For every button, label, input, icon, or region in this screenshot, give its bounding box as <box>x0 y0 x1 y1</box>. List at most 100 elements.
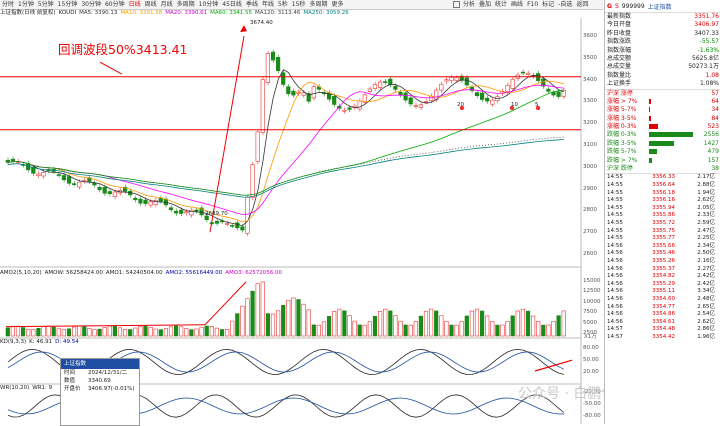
axis-tick-label: 3200 <box>583 120 597 127</box>
candle-body <box>97 187 102 191</box>
volume-unit: X1万 <box>584 334 597 340</box>
volume-bar <box>490 321 495 337</box>
tick-row: 14:56 3355.11 3.34亿 <box>607 288 715 295</box>
volume-spike-arrow <box>204 281 247 326</box>
candle-body <box>301 92 306 96</box>
volume-bar <box>26 328 31 337</box>
period-tab[interactable]: 多周期 <box>175 0 197 9</box>
period-tab[interactable]: 分时 <box>0 0 16 9</box>
volume-bar <box>495 324 500 337</box>
volume-panel <box>5 281 566 337</box>
breadth-row: 涨幅 5-7% 34 <box>607 106 719 114</box>
tool-tab[interactable]: F10 <box>525 0 540 9</box>
period-tab[interactable]: 年线 <box>260 0 276 9</box>
tool-tab[interactable]: 统计 <box>493 0 509 9</box>
breadth-bar <box>649 140 674 146</box>
tick-list[interactable]: 14:55 3356.33 2.17亿 14:55 3356.64 2.88亿 14:55 3… <box>605 173 720 341</box>
amo1-value: AMO1: 54240504.00 <box>105 270 163 276</box>
axis-tick-label: 10000 <box>583 298 601 305</box>
axis-tick-label: 2800 <box>583 207 597 214</box>
breadth-row: 沪深 涨停 57 <box>607 89 719 97</box>
period-tab[interactable]: 周线 <box>143 0 159 9</box>
volume-bar <box>153 328 158 337</box>
candle-body <box>10 158 16 162</box>
period-tab[interactable]: 5秒 <box>276 0 290 9</box>
tick-row: 14:55 3356.33 2.17亿 <box>607 174 715 181</box>
period-tab[interactable]: 45日线 <box>220 0 244 9</box>
quote-row: 指数涨幅 -1.63% <box>607 46 719 54</box>
volume-bar <box>275 310 281 337</box>
period-tab[interactable]: 1分钟 <box>16 0 36 9</box>
volume-bar <box>418 315 424 337</box>
period-tab[interactable]: 日线 <box>127 0 143 9</box>
volume-bar <box>311 324 316 337</box>
candle-body <box>138 198 143 204</box>
volume-bar <box>372 315 378 337</box>
tool-tab[interactable]: 分析 <box>461 0 477 9</box>
candle-body <box>403 92 408 101</box>
candle-body <box>61 175 66 181</box>
volume-axis: 15000 12500 10000 7500 5000 2500 <box>581 269 603 339</box>
axis-tick-label: 15000 <box>583 278 601 284</box>
period-tab[interactable]: 15秒 <box>290 0 308 9</box>
volume-bar <box>77 325 82 337</box>
candle-body <box>439 83 444 91</box>
axis-tick-label: 3300 <box>583 98 597 105</box>
main-info-bar: 上证指数(日线 前复权) KOUDI MA5: 3390.13 MA10: 33… <box>0 9 349 18</box>
volume-bar <box>61 329 66 337</box>
period-tab[interactable]: 30分钟 <box>79 0 103 9</box>
candle-body <box>556 91 561 97</box>
volume-bar <box>82 326 87 337</box>
period-tab[interactable]: 更多 <box>329 0 345 9</box>
period-tab[interactable]: 60分钟 <box>103 0 127 9</box>
volume-bar <box>332 311 337 337</box>
volume-bar <box>225 329 230 337</box>
candle-body <box>235 222 240 229</box>
volume-bar <box>219 329 225 337</box>
candle-body <box>41 171 46 177</box>
ma20-value: MA20: 3390.61 <box>165 10 208 16</box>
period-tab[interactable]: 季线 <box>244 0 260 9</box>
volume-bar <box>556 315 561 337</box>
tool-tab[interactable]: 标记 <box>540 0 556 9</box>
period-tab[interactable]: 15分钟 <box>56 0 80 9</box>
period-tabs: 分时 1分钟 5分钟 15分钟 30分钟 60分钟 日线 周线 月线 多周期 10分钟 45日线 季线年… <box>0 0 345 9</box>
period-tab[interactable]: 5分钟 <box>36 0 56 9</box>
volume-bar <box>428 308 434 337</box>
kd-info-bar: KD(9,3,3) K: 46.91 D: 49.54 <box>0 338 79 347</box>
candle-body <box>464 77 469 86</box>
period-tab[interactable]: 多周期 <box>307 0 329 9</box>
candle-body <box>174 210 179 214</box>
tool-tab[interactable]: 返回 <box>574 0 590 9</box>
period-tab[interactable]: 月线 <box>159 0 175 9</box>
volume-bar <box>56 328 61 337</box>
volume-bar <box>337 308 342 337</box>
volume-bar <box>66 328 72 337</box>
rally-arrow <box>209 35 245 233</box>
indicator-name[interactable]: KOUDI <box>59 9 77 18</box>
period-tab[interactable]: 10分钟 <box>197 0 221 9</box>
axis-tick-label: 3100 <box>583 142 597 148</box>
zoom-icon[interactable] <box>453 1 460 8</box>
candle-body <box>281 72 286 85</box>
volume-bar <box>209 326 214 337</box>
ma120-value: MA120: 3113.46 <box>255 10 301 16</box>
tick-row: 14:56 3355.46 2.50亿 <box>607 250 715 257</box>
volume-bar <box>265 313 271 337</box>
candle-body <box>158 197 163 202</box>
tool-tab[interactable]: -自选 <box>556 0 574 9</box>
candle-body <box>393 85 398 90</box>
quote-list: 最新指数 3351.76 今日开盘 3406.97 昨日收盘 3407.33 指数涨跌 -55… <box>605 13 720 89</box>
volume-bar <box>260 281 265 337</box>
volume-bar <box>286 299 291 337</box>
candle-body <box>179 209 184 214</box>
tool-tab[interactable]: 画线 <box>509 0 525 9</box>
volume-bar <box>352 320 357 337</box>
tool-tab[interactable]: 叠加 <box>477 0 493 9</box>
volume-bar <box>479 310 485 337</box>
volume-bar <box>230 320 235 337</box>
candle-body <box>255 131 260 162</box>
stock-name[interactable]: 上证指数 <box>648 2 672 11</box>
ma60-value: MA60: 3341.55 <box>210 10 253 16</box>
volume-bar <box>296 299 301 337</box>
